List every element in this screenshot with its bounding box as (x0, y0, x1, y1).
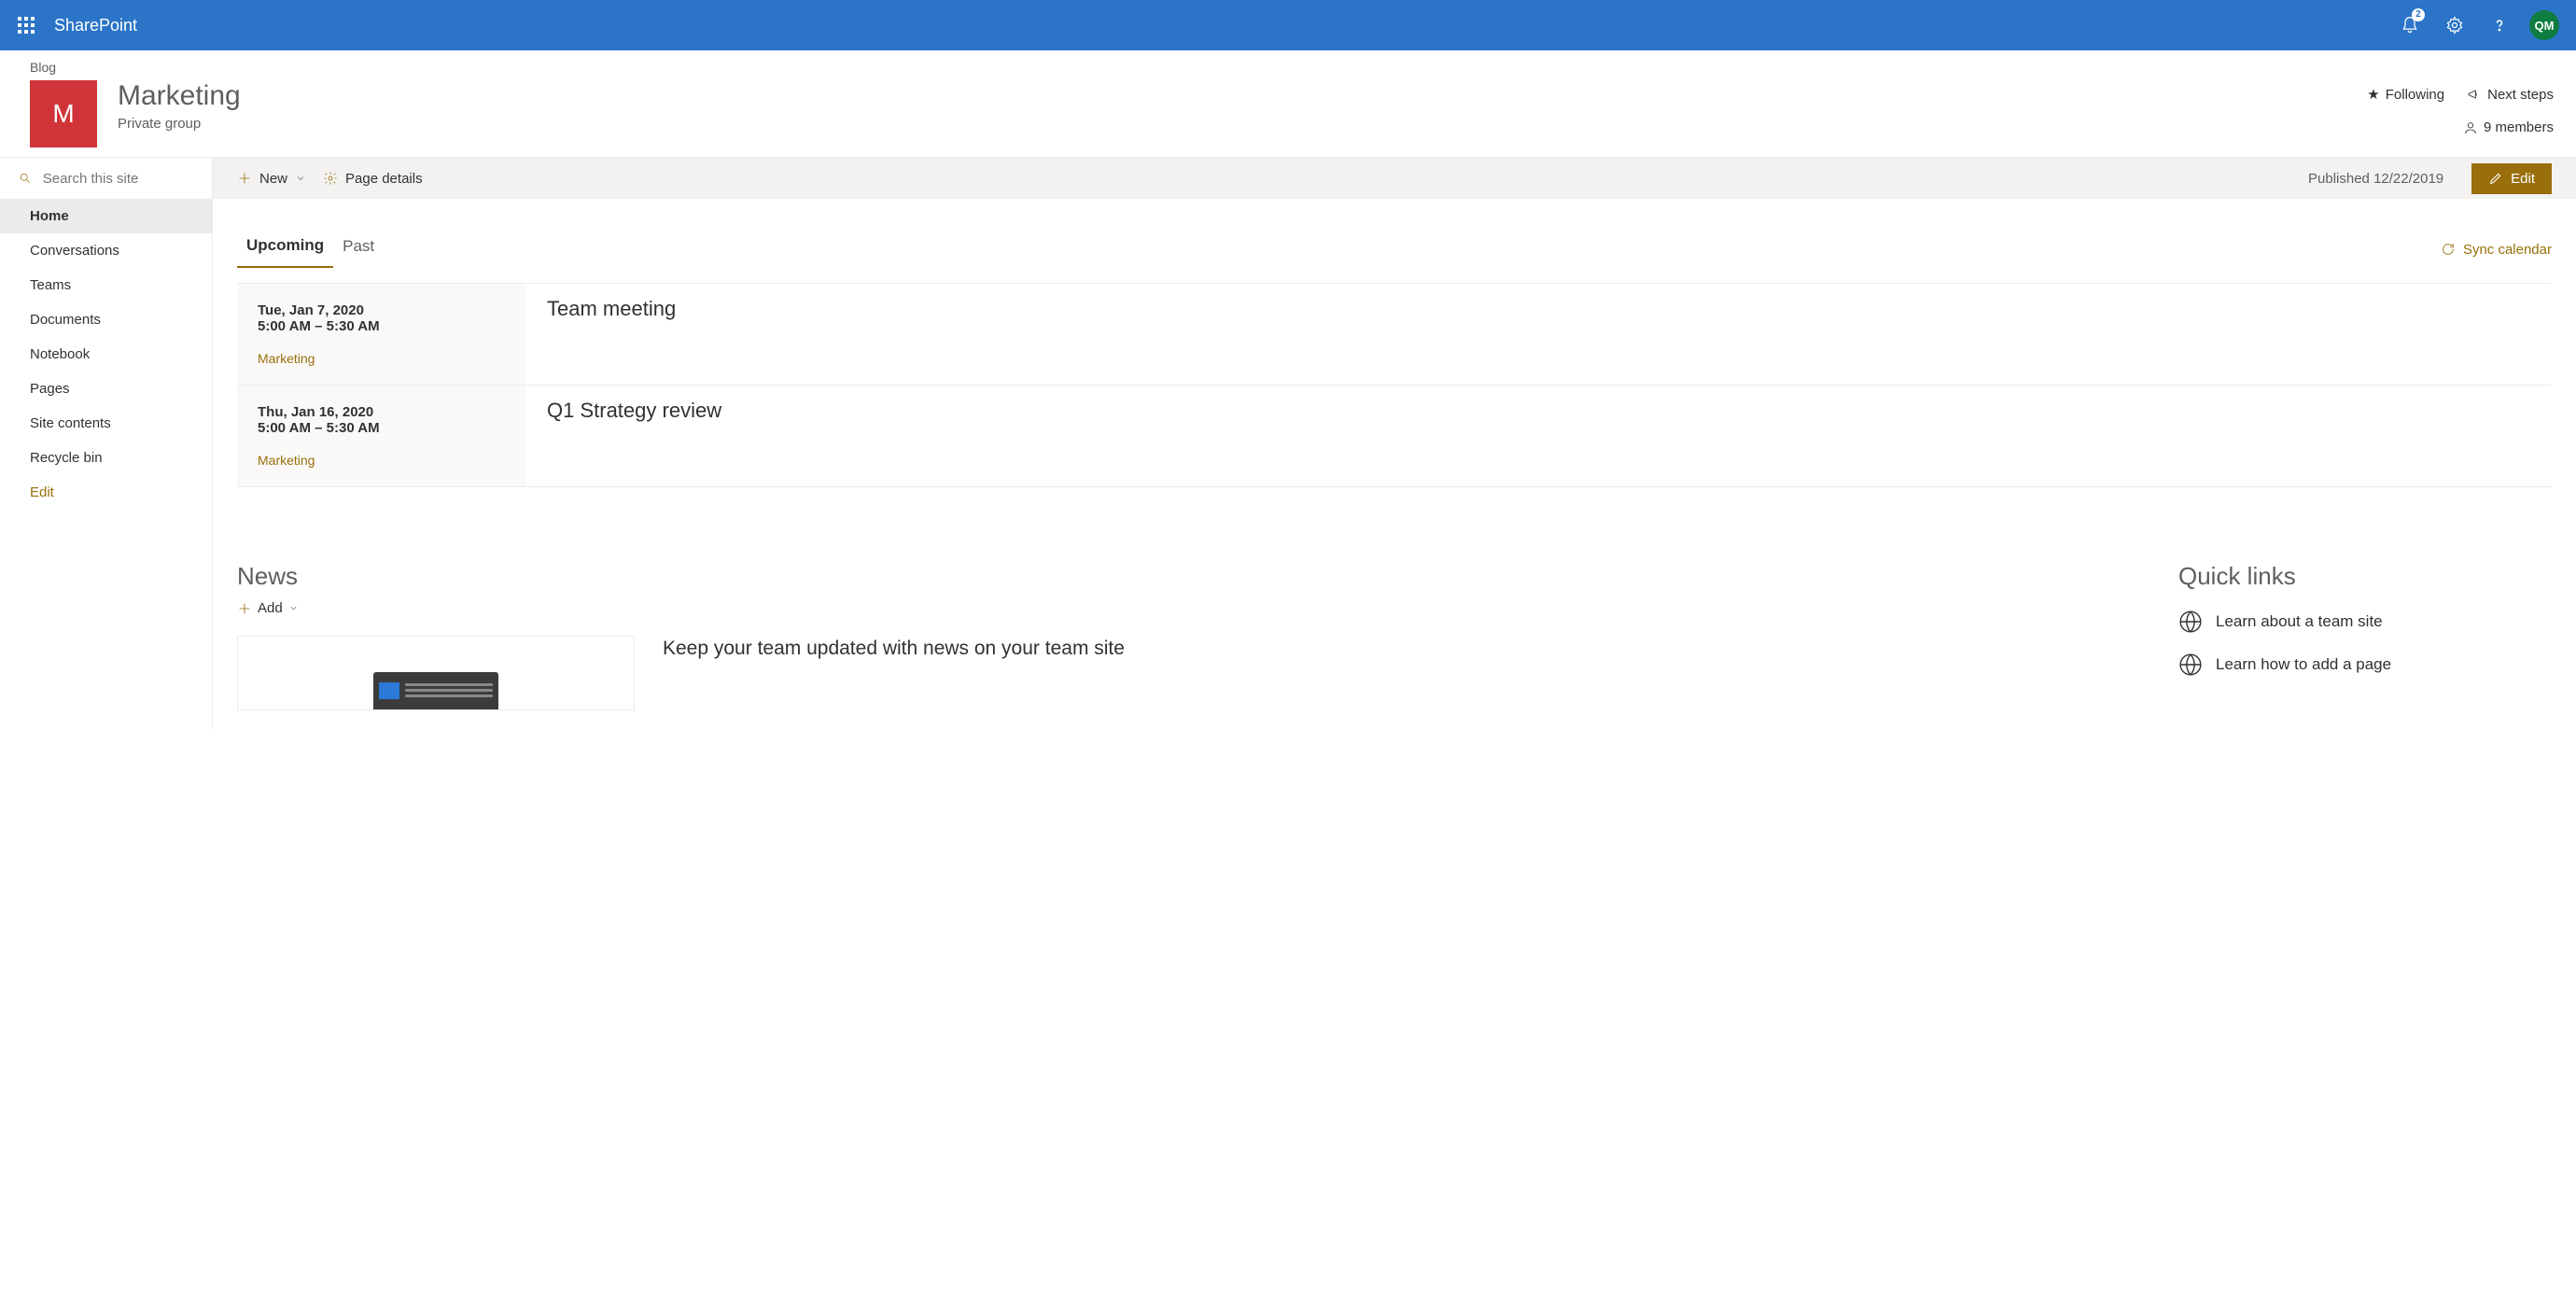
quick-link-item[interactable]: Learn how to add a page (2178, 643, 2552, 686)
nav-site-contents[interactable]: Site contents (0, 406, 212, 441)
new-label: New (259, 171, 287, 187)
site-header: M Marketing Private group ★ Following Ne… (0, 80, 2576, 157)
news-blurb: Keep your team updated with news on your… (663, 636, 2122, 662)
help-icon[interactable] (2477, 3, 2522, 48)
quick-link-label: Learn how to add a page (2216, 655, 2391, 674)
event-date: Tue, Jan 7, 2020 (258, 302, 506, 318)
plus-icon (237, 601, 252, 616)
nav-conversations[interactable]: Conversations (0, 233, 212, 268)
new-button[interactable]: New (237, 171, 306, 187)
app-header: SharePoint 2 QM (0, 0, 2576, 50)
nav-list: Home Conversations Teams Documents Noteb… (0, 199, 212, 510)
event-row[interactable]: Tue, Jan 7, 2020 5:00 AM – 5:30 AM Marke… (237, 283, 2552, 385)
chevron-down-icon (288, 603, 299, 613)
event-title[interactable]: Q1 Strategy review (547, 399, 721, 486)
waffle-icon[interactable] (9, 8, 43, 42)
nav-recycle-bin[interactable]: Recycle bin (0, 441, 212, 475)
events-tabs: Upcoming Past Sync calendar (237, 231, 2552, 268)
page-details-button[interactable]: Page details (323, 171, 423, 187)
nav-notebook[interactable]: Notebook (0, 337, 212, 372)
settings-icon[interactable] (2432, 3, 2477, 48)
notification-badge: 2 (2412, 8, 2425, 21)
globe-icon (2178, 652, 2203, 677)
news-title: News (237, 562, 2122, 591)
following-label: Following (2386, 87, 2444, 103)
sync-calendar-button[interactable]: Sync calendar (2441, 242, 2552, 258)
event-title[interactable]: Team meeting (547, 297, 676, 385)
search-box[interactable] (0, 158, 212, 199)
search-icon (19, 171, 32, 186)
quick-links-title: Quick links (2178, 562, 2552, 591)
nav-teams[interactable]: Teams (0, 268, 212, 302)
edit-label: Edit (2511, 171, 2535, 187)
search-input[interactable] (43, 171, 193, 187)
plus-icon (237, 171, 252, 186)
event-card: Tue, Jan 7, 2020 5:00 AM – 5:30 AM Marke… (237, 284, 526, 385)
user-avatar[interactable]: QM (2529, 10, 2559, 40)
site-logo[interactable]: M (30, 80, 97, 147)
nav-edit[interactable]: Edit (0, 475, 212, 510)
event-category[interactable]: Marketing (258, 453, 506, 468)
quick-link-label: Learn about a team site (2216, 612, 2383, 631)
nav-pages[interactable]: Pages (0, 372, 212, 406)
blog-label[interactable]: Blog (30, 60, 2554, 75)
gear-icon (323, 171, 338, 186)
notifications-icon[interactable]: 2 (2387, 3, 2432, 48)
members-button[interactable]: 9 members (2463, 119, 2554, 135)
event-time: 5:00 AM – 5:30 AM (258, 420, 506, 436)
command-bar: New Page details Published 12/22/2019 Ed… (213, 158, 2576, 199)
event-category[interactable]: Marketing (258, 351, 506, 366)
chevron-down-icon (295, 173, 306, 184)
events-list: Tue, Jan 7, 2020 5:00 AM – 5:30 AM Marke… (237, 283, 2552, 487)
bottom-row: News Add Keep your team upd (237, 562, 2552, 710)
globe-icon (2178, 610, 2203, 634)
tab-past[interactable]: Past (333, 232, 384, 267)
left-panel: Home Conversations Teams Documents Noteb… (0, 158, 213, 729)
news-add-label: Add (258, 600, 283, 616)
event-time: 5:00 AM – 5:30 AM (258, 318, 506, 334)
sync-icon (2441, 242, 2456, 257)
members-label: 9 members (2484, 119, 2554, 135)
megaphone-icon (2467, 87, 2482, 102)
page-details-label: Page details (345, 171, 423, 187)
next-steps-label: Next steps (2487, 87, 2554, 103)
site-title: Marketing (118, 80, 241, 111)
sync-label: Sync calendar (2463, 242, 2552, 258)
news-add-button[interactable]: Add (237, 600, 299, 616)
quick-link-item[interactable]: Learn about a team site (2178, 600, 2552, 643)
nav-home[interactable]: Home (0, 199, 212, 233)
star-icon: ★ (2367, 86, 2379, 103)
event-row[interactable]: Thu, Jan 16, 2020 5:00 AM – 5:30 AM Mark… (237, 385, 2552, 486)
tab-upcoming[interactable]: Upcoming (237, 231, 333, 268)
next-steps-button[interactable]: Next steps (2467, 87, 2554, 103)
app-name[interactable]: SharePoint (54, 16, 137, 35)
pencil-icon (2488, 171, 2503, 186)
person-icon (2463, 120, 2478, 135)
site-header-area: Blog (0, 50, 2576, 75)
event-card: Thu, Jan 16, 2020 5:00 AM – 5:30 AM Mark… (237, 386, 526, 486)
quick-links-section: Quick links Learn about a team site Lear… (2178, 562, 2552, 710)
event-date: Thu, Jan 16, 2020 (258, 404, 506, 420)
edit-page-button[interactable]: Edit (2471, 163, 2552, 194)
published-date: Published 12/22/2019 (2308, 171, 2443, 187)
nav-documents[interactable]: Documents (0, 302, 212, 337)
news-illustration (237, 636, 635, 710)
news-section: News Add Keep your team upd (237, 562, 2122, 710)
site-privacy: Private group (118, 116, 241, 132)
following-button[interactable]: ★ Following (2367, 86, 2444, 103)
main-area: New Page details Published 12/22/2019 Ed… (213, 158, 2576, 729)
